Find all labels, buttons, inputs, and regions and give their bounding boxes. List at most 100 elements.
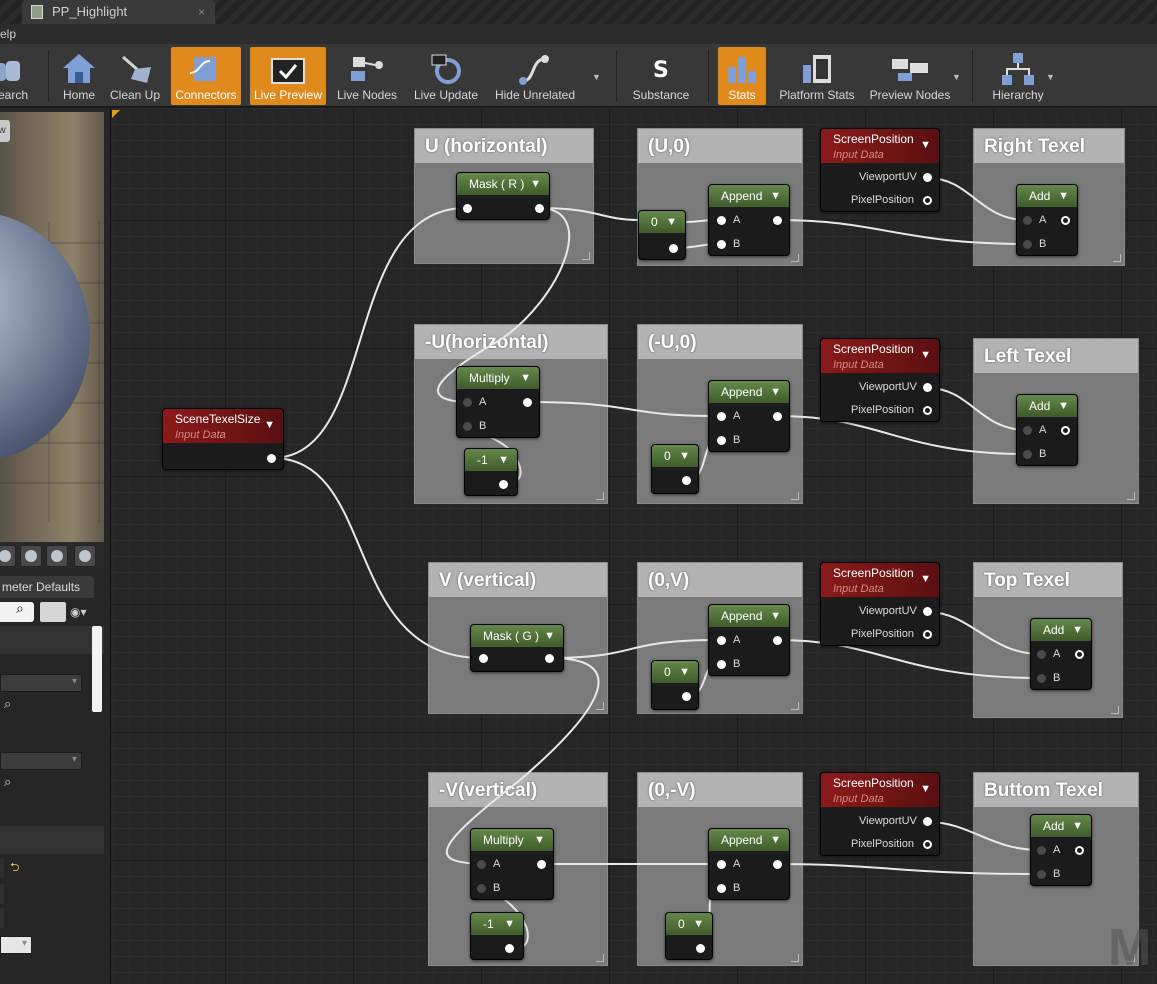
input-pin-b[interactable]	[717, 240, 726, 249]
details-dropdown[interactable]	[0, 752, 82, 770]
pixel-position-pin[interactable]	[923, 630, 932, 639]
eye-icon[interactable]: ◉▾	[70, 605, 87, 619]
output-pin[interactable]	[545, 654, 554, 663]
output-pin[interactable]	[773, 216, 782, 225]
output-pin[interactable]	[773, 412, 782, 421]
input-pin-b[interactable]	[1037, 870, 1046, 879]
collapse-arrow-icon[interactable]: ▼	[1058, 395, 1069, 417]
screen-position-node-bottom[interactable]: ScreenPosition Input Data ▼ ViewportUV Pix…	[820, 772, 940, 856]
substance-button[interactable]: S Substance	[626, 47, 696, 105]
details-value-field[interactable]	[0, 908, 4, 928]
input-pin-b[interactable]	[1023, 450, 1032, 459]
pixel-position-pin[interactable]	[923, 196, 932, 205]
resize-handle[interactable]	[791, 702, 799, 710]
constant-neg1-node-u[interactable]: -1 ▼	[464, 448, 518, 496]
append-node-v[interactable]: Append ▼ A B	[708, 604, 790, 676]
input-pin-a[interactable]	[1037, 650, 1046, 659]
details-search-input[interactable]: ⌕	[0, 600, 34, 622]
collapse-arrow-icon[interactable]: ▼	[534, 829, 545, 851]
preview-viewport[interactable]: w	[0, 112, 104, 542]
reset-icon[interactable]: ⮌	[10, 858, 20, 879]
output-pin[interactable]	[1075, 650, 1084, 659]
collapse-arrow-icon[interactable]: ▼	[498, 449, 509, 471]
hierarchy-button[interactable]: Hierarchy	[986, 47, 1050, 105]
multiply-node-v[interactable]: Multiply ▼ A B	[470, 828, 554, 900]
live-preview-button[interactable]: Live Preview	[250, 47, 326, 105]
collapse-arrow-icon[interactable]: ▼	[679, 661, 690, 683]
input-pin-b[interactable]	[1023, 240, 1032, 249]
mask-g-node[interactable]: Mask ( G ) ▼	[470, 624, 564, 672]
add-node-right[interactable]: Add ▼ A B	[1016, 184, 1078, 256]
live-nodes-button[interactable]: Live Nodes	[334, 47, 400, 105]
scene-texel-size-node[interactable]: SceneTexelSize Input Data ▼	[162, 408, 284, 470]
multiply-node-u[interactable]: Multiply ▼ A B	[456, 366, 540, 438]
details-combo[interactable]	[0, 936, 32, 954]
constant-0-node-nv[interactable]: 0 ▼	[665, 912, 713, 960]
viewport-uv-pin[interactable]	[923, 383, 932, 392]
add-node-top[interactable]: Add ▼ A B	[1030, 618, 1092, 690]
more-dropdown-icon[interactable]: ▼	[592, 72, 601, 82]
input-pin-a[interactable]	[1023, 216, 1032, 225]
collapse-arrow-icon[interactable]: ▼	[666, 211, 677, 233]
input-pin-b[interactable]	[477, 884, 486, 893]
input-pin-b[interactable]	[717, 660, 726, 669]
output-pin[interactable]	[682, 476, 691, 485]
output-pin[interactable]	[696, 944, 705, 953]
details-scrollbar[interactable]	[92, 626, 102, 712]
append-node-nu[interactable]: Append ▼ A B	[708, 380, 790, 452]
output-pin[interactable]	[669, 244, 678, 253]
viewport-uv-pin[interactable]	[923, 607, 932, 616]
resize-handle[interactable]	[791, 954, 799, 962]
input-pin-a[interactable]	[717, 636, 726, 645]
pixel-position-pin[interactable]	[923, 840, 932, 849]
collapse-arrow-icon[interactable]: ▼	[1058, 185, 1069, 207]
parameter-defaults-tab[interactable]: meter Defaults	[0, 576, 94, 598]
collapse-arrow-icon[interactable]: ▼	[770, 605, 781, 627]
output-pin[interactable]	[537, 860, 546, 869]
pixel-position-pin[interactable]	[923, 406, 932, 415]
output-pin[interactable]	[267, 454, 276, 463]
constant-0-node-u[interactable]: 0 ▼	[638, 210, 686, 260]
constant-0-node-v[interactable]: 0 ▼	[651, 660, 699, 710]
collapse-arrow-icon[interactable]: ▼	[920, 347, 931, 363]
screen-position-node-top[interactable]: ScreenPosition Input Data ▼ ViewportUV Pix…	[820, 562, 940, 646]
collapse-arrow-icon[interactable]: ▼	[770, 829, 781, 851]
input-pin-a[interactable]	[717, 860, 726, 869]
live-update-button[interactable]: Live Update	[410, 47, 482, 105]
details-dropdown[interactable]	[0, 674, 82, 692]
collapse-arrow-icon[interactable]: ▼	[770, 381, 781, 403]
plane-shape-icon[interactable]	[20, 545, 42, 567]
output-pin[interactable]	[535, 204, 544, 213]
collapse-arrow-icon[interactable]: ▼	[920, 571, 931, 587]
input-pin-b[interactable]	[1037, 674, 1046, 683]
input-pin-b[interactable]	[717, 884, 726, 893]
output-pin[interactable]	[773, 860, 782, 869]
collapse-arrow-icon[interactable]: ▼	[770, 185, 781, 207]
output-pin[interactable]	[1061, 216, 1070, 225]
more-dropdown-icon[interactable]: ▼	[1046, 72, 1055, 82]
viewport-options-button[interactable]: w	[0, 120, 10, 142]
search-button[interactable]: earch	[0, 47, 34, 105]
resize-handle[interactable]	[791, 492, 799, 500]
collapse-arrow-icon[interactable]: ▼	[520, 367, 531, 389]
clean-up-button[interactable]: Clean Up	[106, 47, 164, 105]
input-pin-b[interactable]	[717, 436, 726, 445]
collapse-arrow-icon[interactable]: ▼	[920, 137, 931, 153]
collapse-arrow-icon[interactable]: ▼	[1072, 815, 1083, 837]
stats-button[interactable]: Stats	[718, 47, 766, 105]
sphere-shape-icon[interactable]	[0, 545, 16, 567]
viewport-uv-pin[interactable]	[923, 173, 932, 182]
output-pin[interactable]	[523, 398, 532, 407]
input-pin-a[interactable]	[463, 398, 472, 407]
output-pin[interactable]	[1061, 426, 1070, 435]
collapse-arrow-icon[interactable]: ▼	[920, 781, 931, 797]
input-pin-a[interactable]	[477, 860, 486, 869]
resize-handle[interactable]	[1127, 492, 1135, 500]
input-pin-b[interactable]	[463, 422, 472, 431]
details-value-field[interactable]	[0, 858, 4, 878]
cube-shape-icon[interactable]	[46, 545, 68, 567]
teapot-shape-icon[interactable]	[74, 545, 96, 567]
input-pin[interactable]	[479, 654, 488, 663]
collapse-arrow-icon[interactable]: ▼	[530, 173, 541, 195]
viewport-uv-pin[interactable]	[923, 817, 932, 826]
